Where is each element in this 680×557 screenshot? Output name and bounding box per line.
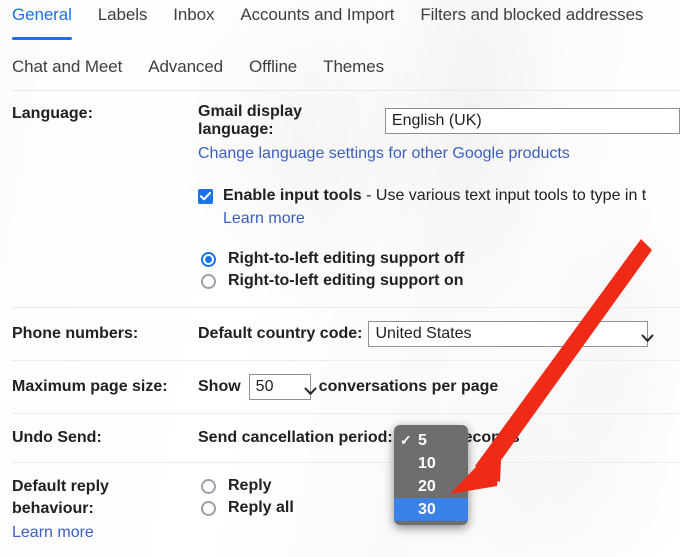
send-cancellation-period-label: Send cancellation period: [198,429,393,446]
settings-tabs-secondary: Chat and Meet Advanced Offline Themes [0,44,680,90]
default-reply-behaviour-label-line1: Default reply [12,478,109,495]
send-cancellation-period-dropdown[interactable]: ✓ 5 10 20 30 [394,425,468,525]
enable-input-tools-label: Enable input tools [223,187,362,204]
dropdown-option-10[interactable]: 10 [394,452,468,475]
settings-row-phone-numbers: Phone numbers: Default country code: Uni… [12,307,680,360]
tab-general-label: General [12,5,72,24]
enable-input-tools-description: - Use various text input tools to type i… [361,187,647,204]
page-size-value: 50 [255,378,274,395]
change-language-settings-link[interactable]: Change language settings for other Googl… [198,145,570,162]
rtl-off-option[interactable]: Right-to-left editing support off [201,250,680,268]
tab-offline[interactable]: Offline [249,52,297,82]
page-size-select[interactable]: 50 [248,374,317,400]
tab-themes[interactable]: Themes [323,52,384,82]
phone-numbers-row-body: Default country code: United States [198,321,680,347]
tab-labels[interactable]: Labels [98,0,148,40]
reply-all-label: Reply all [228,499,294,516]
language-row-label: Language: [12,105,93,122]
dropdown-option-20-label: 20 [418,478,436,495]
default-country-code-value: United States [375,325,472,342]
default-country-code-select[interactable]: United States [368,321,654,347]
dropdown-option-10-label: 10 [418,455,436,472]
rtl-on-radio[interactable] [201,273,216,289]
gmail-settings-page: General Labels Inbox Accounts and Import… [0,0,680,557]
tab-inbox-label: Inbox [173,5,215,24]
maximum-page-size-row-body: Show 50 conversations per page [198,374,680,400]
maximum-page-size-row-label: Maximum page size: [12,378,168,395]
tab-themes-label: Themes [323,57,384,76]
undo-send-row-label: Undo Send: [12,429,102,446]
enable-input-tools-checkbox[interactable] [198,189,213,204]
display-language-value: English (UK) [391,112,482,129]
rtl-on-label: Right-to-left editing support on [228,272,464,289]
dropdown-option-30[interactable]: 30 [394,498,468,521]
tab-filters-and-blocked-addresses[interactable]: Filters and blocked addresses [420,0,643,40]
settings-row-language: Language: Gmail display language: Englis… [12,90,680,307]
reply-radio[interactable] [201,478,216,494]
tab-advanced[interactable]: Advanced [148,52,223,82]
dropdown-option-20[interactable]: 20 [394,475,468,498]
rtl-off-radio[interactable] [201,251,216,267]
default-country-code-label: Default country code: [198,325,363,342]
tab-chat-and-meet-label: Chat and Meet [12,57,123,76]
language-row-body: Gmail display language: English (UK) Cha… [198,103,680,291]
default-reply-behaviour-row-label: Default reply behaviour: Learn more [12,476,198,544]
settings-row-maximum-page-size: Maximum page size: Show 50 conversations… [12,360,680,413]
display-language-select[interactable]: English (UK) [384,108,680,134]
default-reply-behaviour-label-line2: behaviour: [12,500,94,517]
phone-numbers-row-label: Phone numbers: [12,325,139,342]
dropdown-option-5[interactable]: ✓ 5 [394,429,468,452]
tab-inbox[interactable]: Inbox [173,0,214,40]
tab-accounts-and-import[interactable]: Accounts and Import [240,0,394,40]
rtl-off-label: Right-to-left editing support off [228,250,465,267]
reply-label: Reply [228,477,272,494]
display-language-label: Gmail display language: [198,103,303,138]
dropdown-option-5-label: 5 [418,432,427,449]
tab-offline-label: Offline [249,57,298,76]
check-icon: ✓ [400,432,412,448]
settings-row-undo-send: Undo Send: Send cancellation period: sec… [12,413,680,462]
input-tools-learn-more-link[interactable]: Learn more [223,210,305,227]
tab-labels-label: Labels [97,5,148,24]
settings-tabs-primary: General Labels Inbox Accounts and Import… [0,0,680,44]
show-label: Show [198,378,241,395]
settings-row-default-reply-behaviour: Default reply behaviour: Learn more Repl… [12,462,680,557]
default-reply-learn-more-link[interactable]: Learn more [12,524,94,541]
tab-filters-and-blocked-addresses-label: Filters and blocked addresses [420,5,644,24]
tab-advanced-label: Advanced [148,57,224,76]
dropdown-option-30-label: 30 [418,501,436,518]
rtl-on-option[interactable]: Right-to-left editing support on [201,272,680,290]
conversations-per-page-label: conversations per page [318,378,499,395]
reply-all-radio[interactable] [201,500,216,516]
tab-general[interactable]: General [12,0,72,40]
tab-chat-and-meet[interactable]: Chat and Meet [12,52,122,82]
tab-accounts-and-import-label: Accounts and Import [240,5,395,24]
